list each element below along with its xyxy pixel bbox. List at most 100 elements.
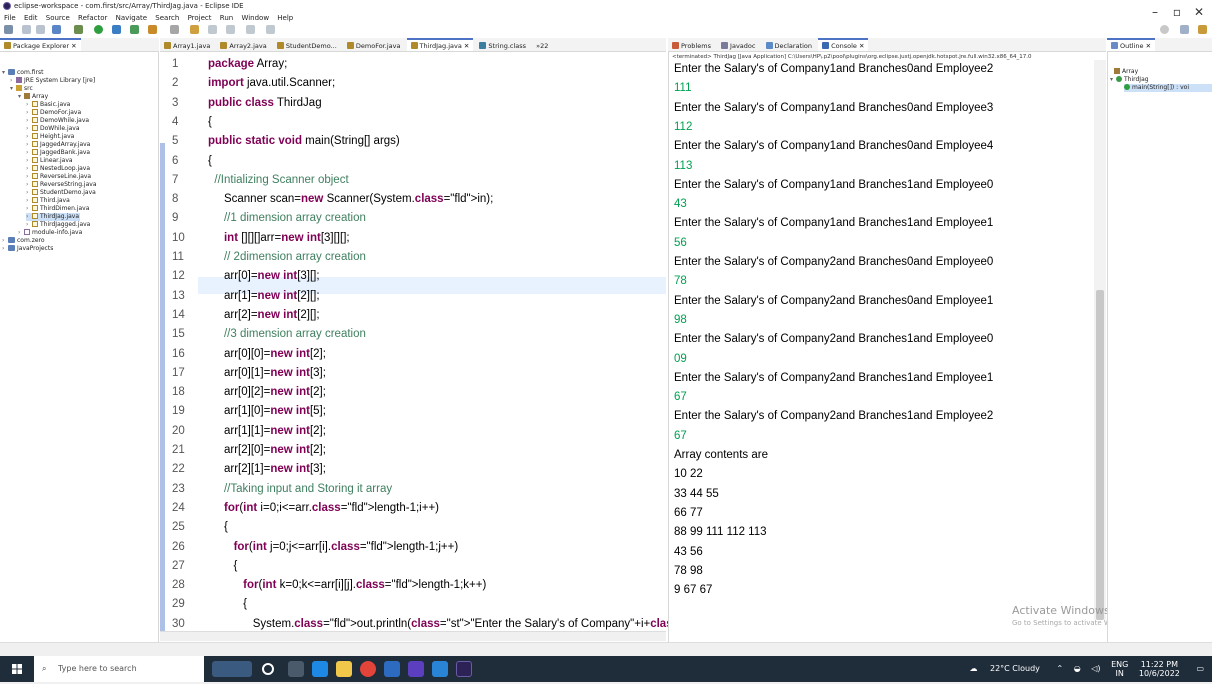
new-class-icon[interactable] (148, 25, 157, 34)
code-line[interactable]: { (208, 598, 247, 610)
tab-declaration[interactable]: Declaration (762, 39, 816, 51)
tree-item[interactable]: › JaggedBank.java (26, 149, 90, 157)
tree-item[interactable]: › NestedLoop.java (26, 165, 90, 173)
code-line[interactable]: arr[0][0]=new int[2]; (208, 348, 326, 360)
code-line[interactable]: public static void main(String[] args) (208, 135, 400, 147)
tree-item[interactable]: › Third.java (26, 197, 70, 205)
search-icon[interactable] (1160, 25, 1169, 34)
code-line[interactable]: arr[2][0]=new int[2]; (208, 444, 326, 456)
outline-item-selected[interactable]: main(String[]) : voi (1124, 84, 1212, 92)
tree-item[interactable]: › Linear.java (26, 157, 73, 165)
tree-item[interactable]: › DemoWhile.java (26, 117, 89, 125)
code-editor[interactable]: 1 package Array; 2 import java.util.Scanner… (160, 52, 753, 642)
code-line[interactable]: arr[0][2]=new int[2]; (208, 386, 326, 398)
menu-project[interactable]: Project (188, 14, 212, 22)
tab-thirdjag[interactable]: ThirdJag.java ✕ (406, 38, 474, 51)
edge-icon[interactable] (312, 661, 328, 677)
code-line[interactable]: arr[0][1]=new int[3]; (208, 367, 326, 379)
code-line[interactable]: { (208, 521, 228, 533)
teams-icon[interactable] (408, 661, 424, 677)
code-line[interactable]: // 2dimension array creation (208, 251, 366, 263)
code-line[interactable]: public class ThirdJag (208, 97, 322, 109)
tab-studentdemo[interactable]: StudentDemo... (273, 39, 341, 51)
tab-problems[interactable]: Problems (668, 39, 715, 51)
tree-item[interactable]: › StudentDemo.java (26, 189, 96, 197)
save-icon[interactable] (22, 25, 31, 34)
menu-edit[interactable]: Edit (24, 14, 38, 22)
chrome-icon[interactable] (360, 661, 376, 677)
weather-widget-icon[interactable] (212, 661, 252, 677)
code-line[interactable]: arr[2][1]=new int[3]; (208, 463, 326, 475)
file-explorer-icon[interactable] (336, 661, 352, 677)
code-line[interactable]: arr[0]=new int[3][]; (208, 270, 320, 282)
code-line[interactable]: int [][][]arr=new int[3][][]; (208, 232, 350, 244)
nav-icon[interactable] (226, 25, 235, 34)
tree-item[interactable]: › module-info.java (18, 229, 82, 237)
notification-icon[interactable]: ▭ (1196, 664, 1204, 673)
tab-overflow[interactable]: »22 (532, 39, 552, 51)
tab-console[interactable]: Console ✕ (818, 38, 869, 51)
weather-text[interactable]: 22°C Cloudy (990, 664, 1040, 673)
forward-icon[interactable] (266, 25, 275, 34)
menu-navigate[interactable]: Navigate (116, 14, 147, 22)
menu-window[interactable]: Window (241, 14, 269, 22)
tab-demofor[interactable]: DemoFor.java (343, 39, 405, 51)
close-tab-icon[interactable]: ✕ (464, 42, 469, 50)
save-all-icon[interactable] (36, 25, 45, 34)
annotation-icon[interactable] (208, 25, 217, 34)
code-line[interactable]: { (208, 560, 238, 572)
menu-run[interactable]: Run (220, 14, 233, 22)
network-icon[interactable]: ◒ (1074, 664, 1081, 673)
code-line[interactable]: arr[1][0]=new int[5]; (208, 405, 326, 417)
tree-item[interactable]: › ReverseString.java (26, 181, 97, 189)
tree-item[interactable]: › JaggedArray.java (26, 141, 90, 149)
menu-source[interactable]: Source (46, 14, 70, 22)
tree-item[interactable]: › ReverseLine.java (26, 173, 91, 181)
tree-item[interactable]: › com.zero (2, 237, 45, 245)
taskbar-search[interactable]: ⌕ Type here to search (34, 656, 204, 682)
mail-icon[interactable] (432, 661, 448, 677)
tab-string-class[interactable]: String.class (475, 39, 530, 51)
task-view-icon[interactable] (288, 661, 304, 677)
new-package-icon[interactable] (130, 25, 139, 34)
outline-item[interactable]: Array (1114, 68, 1138, 76)
tab-outline[interactable]: Outline ✕ (1107, 38, 1156, 51)
terminal-icon[interactable] (52, 25, 61, 34)
code-line[interactable]: for(int j=0;j<=arr[i].class="fld">length… (208, 541, 459, 553)
new-java-project-icon[interactable] (112, 25, 121, 34)
scrollbar-thumb[interactable] (1096, 290, 1104, 620)
tab-javadoc[interactable]: Javadoc (717, 39, 759, 51)
cortana-icon[interactable] (262, 663, 274, 675)
volume-icon[interactable]: ◁) (1091, 664, 1100, 673)
console-scrollbar[interactable] (1094, 60, 1106, 620)
open-type-icon[interactable] (170, 25, 179, 34)
menu-help[interactable]: Help (277, 14, 293, 22)
search-tool-icon[interactable] (190, 25, 199, 34)
tree-item[interactable]: › DemoFor.java (26, 109, 81, 117)
tree-item[interactable]: › Basic.java (26, 101, 70, 109)
new-icon[interactable] (4, 25, 13, 34)
eclipse-taskbar-icon[interactable] (456, 661, 472, 677)
tree-item[interactable]: › JRE System Library [jre] (10, 77, 95, 85)
store-icon[interactable] (384, 661, 400, 677)
back-icon[interactable] (246, 25, 255, 34)
code-line[interactable]: //Taking input and Storing it array (208, 483, 392, 495)
tree-item[interactable]: › Height.java (26, 133, 74, 141)
editor-horizontal-scrollbar[interactable] (160, 631, 666, 641)
code-line[interactable]: //1 dimension array creation (208, 212, 366, 224)
tab-array2[interactable]: Array2.java (216, 39, 270, 51)
tree-item[interactable]: ▾ com.first (2, 69, 43, 77)
code-line[interactable]: { (208, 116, 212, 128)
tree-item[interactable]: › ThirdDimen.java (26, 205, 89, 213)
java-perspective-icon[interactable] (1198, 25, 1207, 34)
tab-package-explorer[interactable]: Package Explorer ✕ (0, 38, 81, 51)
code-line[interactable]: package Array; (208, 58, 287, 70)
code-line[interactable]: for(int i=0;i<=arr.class="fld">length-1;… (208, 502, 439, 514)
code-line[interactable]: //3 dimension array creation (208, 328, 366, 340)
tree-item[interactable]: › DoWhile.java (26, 125, 80, 133)
code-line[interactable]: import java.util.Scanner; (208, 77, 335, 89)
perspective-icon[interactable] (1180, 25, 1189, 34)
clock[interactable]: 11:22 PM 10/6/2022 (1139, 660, 1180, 678)
code-line[interactable]: arr[1][1]=new int[2]; (208, 425, 326, 437)
code-line[interactable]: //Intializing Scanner object (208, 174, 348, 186)
